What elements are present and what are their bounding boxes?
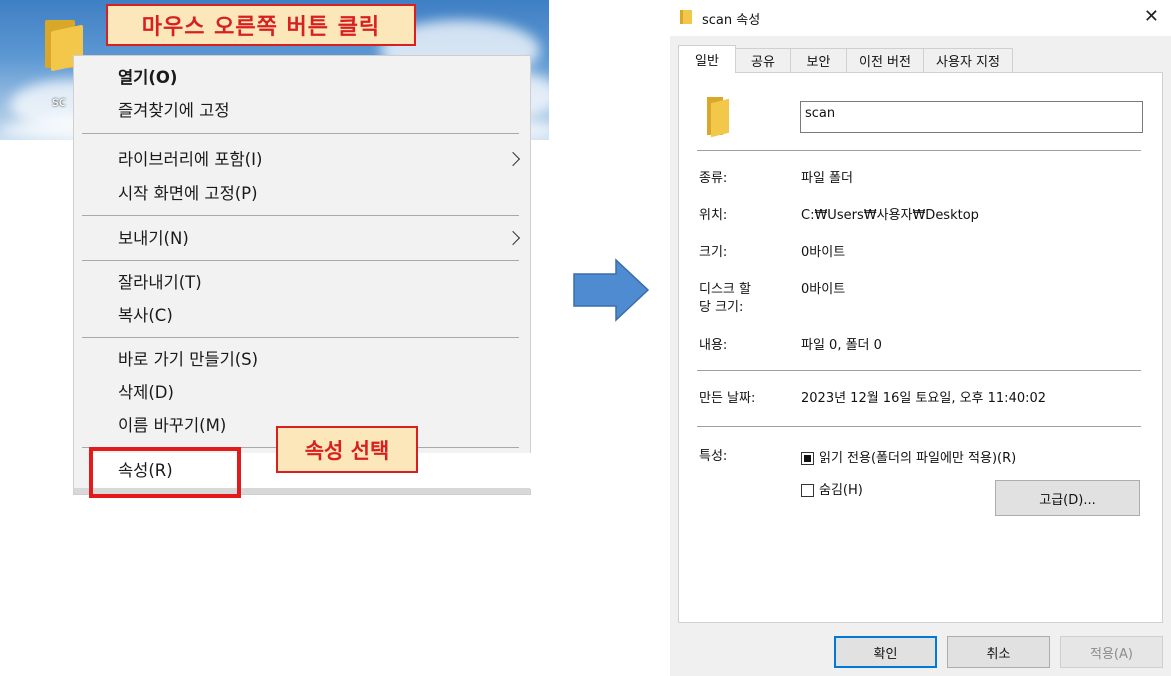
menu-item-create-shortcut[interactable]: 바로 가기 만들기(S) xyxy=(118,350,258,370)
created-value: 2023년 12월 16일 토요일, 오후 11:40:02 xyxy=(801,391,1047,406)
desktop-folder-label[interactable]: sc xyxy=(52,95,66,110)
right-arrow-icon xyxy=(573,258,650,322)
type-value: 파일 폴더 xyxy=(801,171,853,186)
dialog-title: scan 속성 xyxy=(702,13,761,28)
size-label: 크기: xyxy=(699,245,728,260)
menu-item-delete[interactable]: 삭제(D) xyxy=(118,383,174,403)
highlight-box-properties xyxy=(89,447,241,498)
folder-icon xyxy=(680,10,692,24)
tab-customize[interactable]: 사용자 지정 xyxy=(923,48,1013,72)
callout-select-properties: 속성 선택 xyxy=(276,426,418,473)
menu-item-pin-favorites[interactable]: 즐겨찾기에 고정 xyxy=(118,101,230,121)
menu-item-pin-start[interactable]: 시작 화면에 고정(P) xyxy=(118,184,258,204)
contents-label: 내용: xyxy=(699,338,728,353)
general-tab-panel: scan 종류: 파일 폴더 위치: C:₩Users₩사용자₩Desktop … xyxy=(678,72,1163,623)
tab-security[interactable]: 보안 xyxy=(790,48,847,72)
menu-item-rename[interactable]: 이름 바꾸기(M) xyxy=(118,416,226,436)
menu-separator xyxy=(82,260,519,261)
folder-icon xyxy=(707,97,733,138)
created-label: 만든 날짜: xyxy=(699,391,756,406)
readonly-label: 읽기 전용(폴더의 파일에만 적용)(R) xyxy=(819,451,1017,466)
divider xyxy=(697,150,1141,151)
chevron-right-icon xyxy=(505,230,521,246)
advanced-button[interactable]: 고급(D)... xyxy=(995,480,1140,516)
chevron-right-icon xyxy=(505,151,521,167)
folder-name-input[interactable]: scan xyxy=(800,101,1143,133)
disk-size-label-line2: 당 크기: xyxy=(699,300,744,315)
menu-separator xyxy=(82,215,519,216)
hidden-label: 숨김(H) xyxy=(819,483,863,498)
menu-separator xyxy=(82,337,519,338)
menu-item-cut[interactable]: 잘라내기(T) xyxy=(118,273,202,293)
type-label: 종류: xyxy=(699,171,728,186)
cancel-button[interactable]: 취소 xyxy=(947,636,1050,668)
divider xyxy=(697,426,1141,427)
apply-button[interactable]: 적용(A) xyxy=(1060,636,1163,668)
location-label: 위치: xyxy=(699,208,728,223)
menu-item-include-library[interactable]: 라이브러리에 포함(I) xyxy=(118,150,262,170)
readonly-checkbox[interactable] xyxy=(801,452,814,465)
tab-sharing[interactable]: 공유 xyxy=(735,48,791,72)
divider xyxy=(697,370,1141,371)
disk-size-value: 0바이트 xyxy=(801,282,846,297)
contents-value: 파일 0, 폴더 0 xyxy=(801,338,882,353)
menu-separator xyxy=(82,133,519,134)
menu-item-send-to[interactable]: 보내기(N) xyxy=(118,229,189,249)
menu-item-open[interactable]: 열기(O) xyxy=(118,68,177,88)
close-icon[interactable]: ✕ xyxy=(1144,6,1159,27)
tab-general[interactable]: 일반 xyxy=(678,45,736,73)
location-value: C:₩Users₩사용자₩Desktop xyxy=(801,208,979,223)
disk-size-label-line1: 디스크 할 xyxy=(699,282,751,297)
title-bar: scan 속성 ✕ xyxy=(670,0,1171,36)
tab-previous-versions[interactable]: 이전 버전 xyxy=(846,48,924,72)
size-value: 0바이트 xyxy=(801,245,846,260)
callout-right-click: 마우스 오른쪽 버튼 클릭 xyxy=(106,4,416,46)
ok-button[interactable]: 확인 xyxy=(834,636,937,668)
properties-dialog: scan 속성 ✕ 일반 공유 보안 이전 버전 사용자 지정 scan 종류:… xyxy=(670,0,1171,676)
hidden-checkbox[interactable] xyxy=(801,484,814,497)
menu-item-copy[interactable]: 복사(C) xyxy=(118,306,173,326)
attributes-label: 특성: xyxy=(699,449,728,464)
